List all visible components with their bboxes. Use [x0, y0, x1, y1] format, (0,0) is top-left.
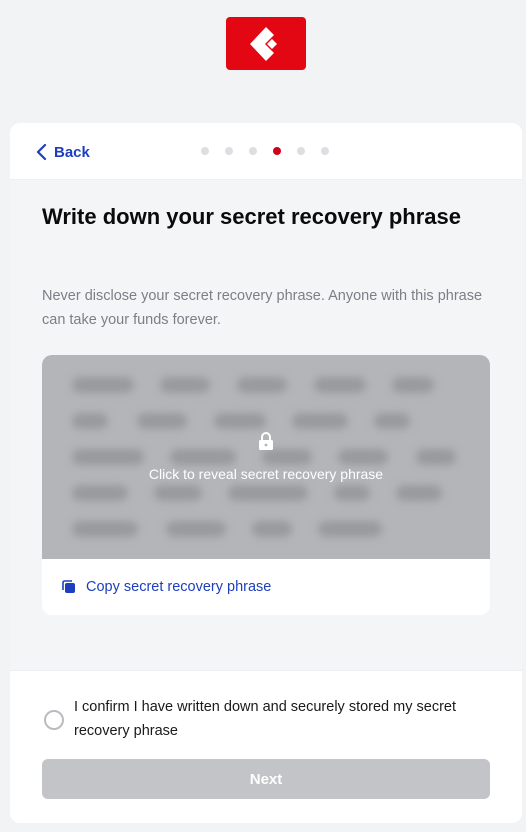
hidden-word — [392, 377, 434, 393]
hidden-word — [170, 449, 236, 465]
hidden-word — [137, 413, 187, 429]
hidden-word — [72, 521, 138, 537]
step-indicator — [201, 147, 329, 155]
hidden-word — [416, 449, 456, 465]
hidden-word — [396, 485, 442, 501]
hidden-word — [252, 521, 292, 537]
hidden-word — [292, 413, 348, 429]
lock-icon — [259, 432, 273, 450]
copy-phrase-button[interactable]: Copy secret recovery phrase — [62, 579, 271, 595]
hidden-word — [160, 377, 210, 393]
brand-logo-icon — [250, 26, 277, 61]
confirm-label: I confirm I have written down and secure… — [74, 699, 456, 739]
hidden-word — [72, 413, 108, 429]
hidden-word — [374, 413, 410, 429]
hidden-word — [154, 485, 202, 501]
step-dot — [297, 147, 305, 155]
back-button[interactable]: Back — [36, 142, 90, 162]
hidden-word — [338, 449, 388, 465]
onboarding-card: Back Write down your secret recovery phr… — [10, 123, 522, 823]
reveal-phrase-text: Click to reveal secret recovery phrase — [148, 466, 384, 482]
page-subtitle: Never disclose your secret recovery phra… — [42, 288, 483, 328]
hidden-word — [166, 521, 226, 537]
step-dot-active — [273, 147, 281, 155]
step-dot — [321, 147, 329, 155]
hidden-word — [237, 377, 287, 393]
hidden-word — [228, 485, 308, 501]
hidden-word — [262, 449, 312, 465]
next-button[interactable]: Next — [42, 759, 490, 799]
reveal-phrase-area[interactable]: Click to reveal secret recovery phrase — [42, 355, 490, 559]
hidden-word — [72, 377, 134, 393]
step-dot — [225, 147, 233, 155]
back-label: Back — [54, 143, 90, 161]
hidden-word — [72, 449, 144, 465]
hidden-word — [214, 413, 266, 429]
step-dot — [201, 147, 209, 155]
hidden-word — [72, 485, 128, 501]
hidden-word — [314, 377, 366, 393]
hidden-word — [318, 521, 382, 537]
chevron-left-icon — [36, 144, 47, 160]
card-header: Back — [10, 123, 522, 180]
hidden-word — [334, 485, 370, 501]
copy-phrase-label: Copy secret recovery phrase — [86, 579, 272, 595]
brand-logo — [226, 17, 306, 70]
confirm-checkbox[interactable] — [44, 710, 64, 730]
confirm-footer: I confirm I have written down and secure… — [10, 670, 522, 823]
page-title: Write down your secret recovery phrase — [42, 204, 461, 229]
recovery-phrase-box: Click to reveal secret recovery phrase C… — [42, 355, 490, 615]
copy-icon — [62, 580, 75, 593]
step-dot — [249, 147, 257, 155]
